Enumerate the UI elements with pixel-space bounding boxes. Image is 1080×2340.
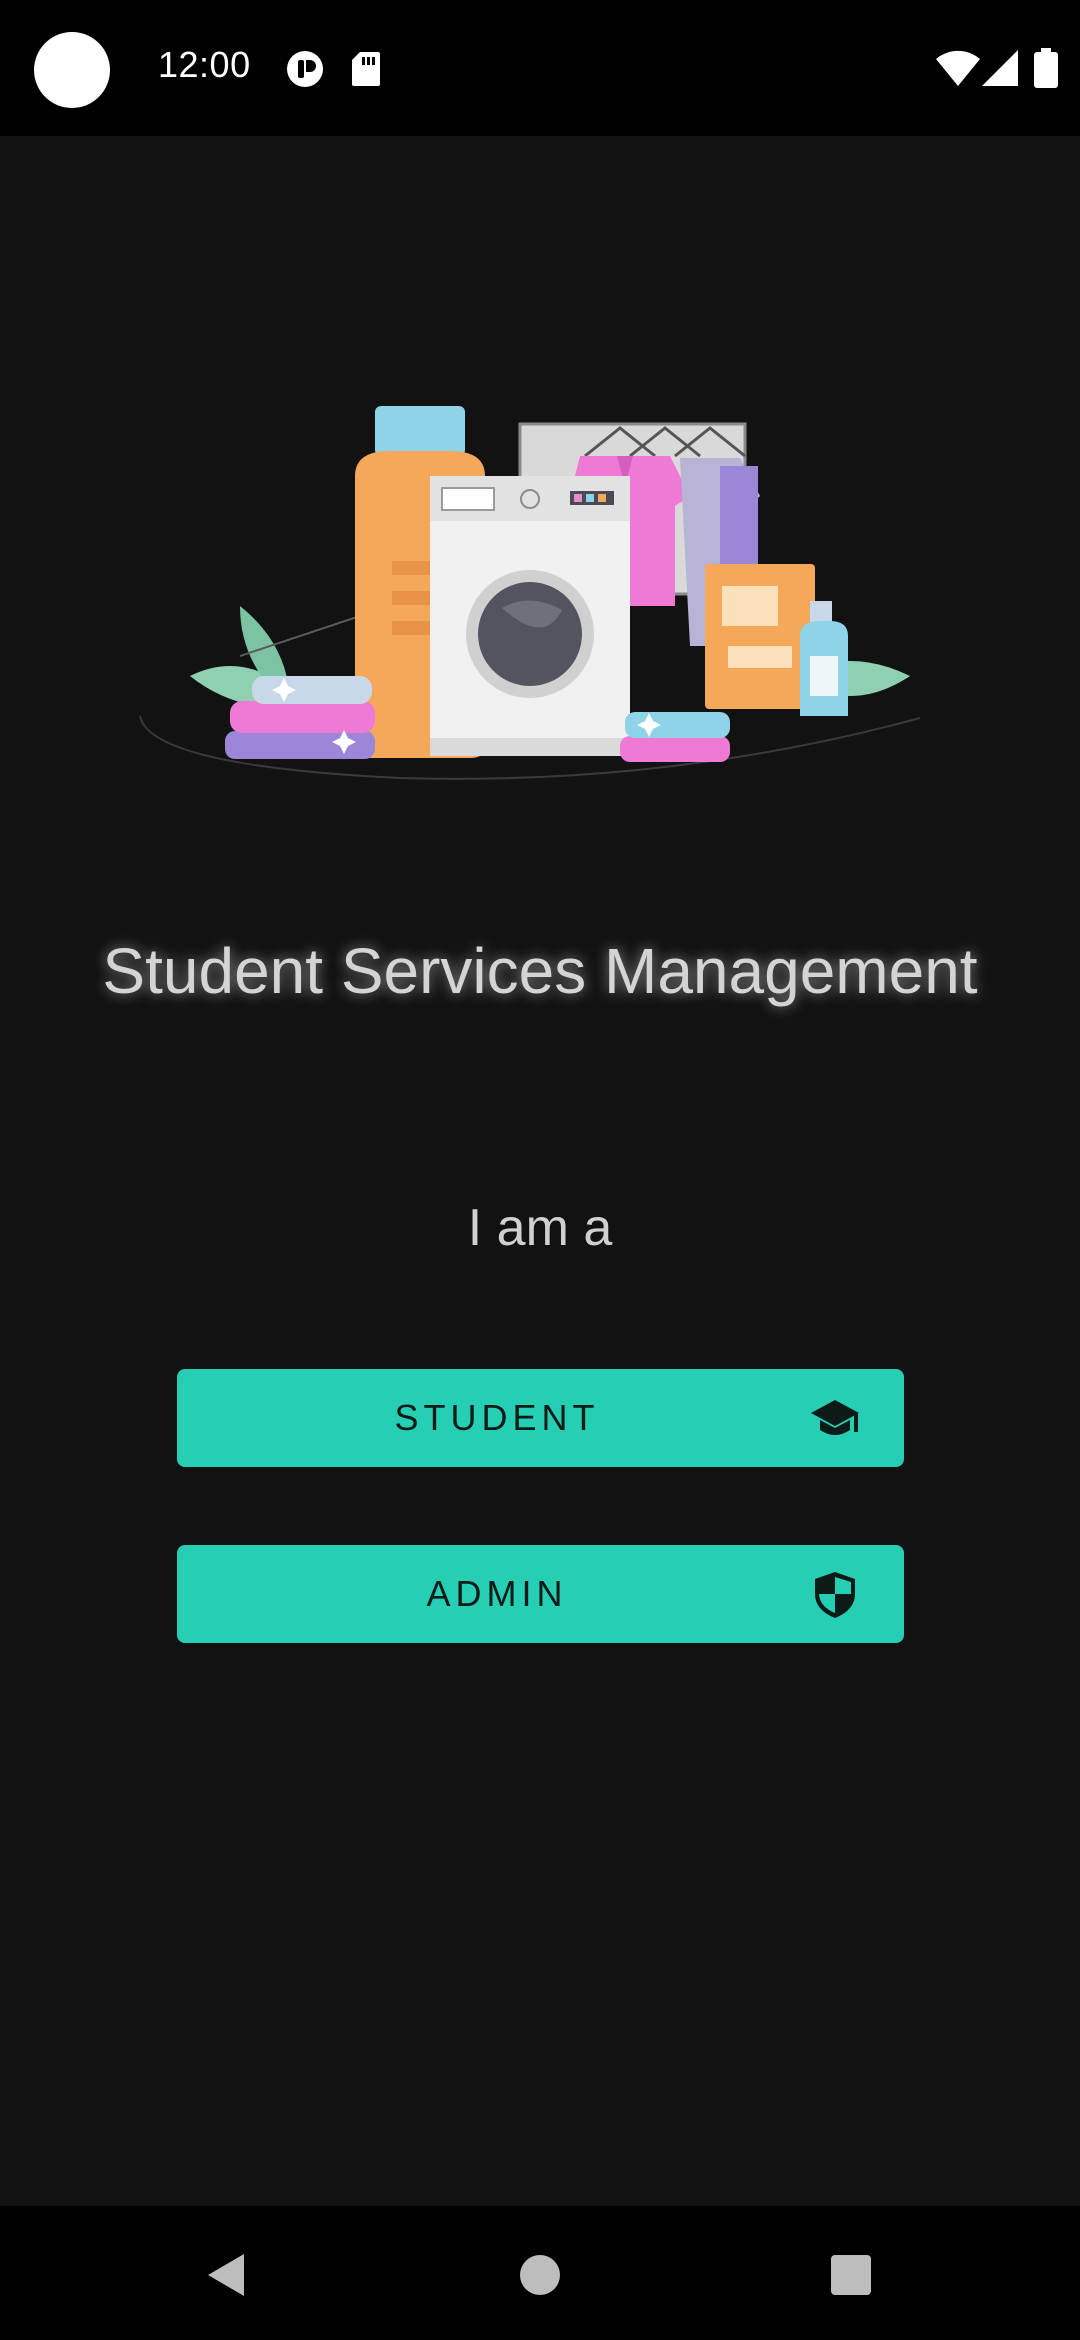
student-button-label: STUDENT — [394, 1397, 600, 1438]
navigation-bar — [0, 2206, 1080, 2340]
recents-icon[interactable] — [826, 2250, 876, 2300]
device-screen: 12:00 Student Services Management I am a… — [0, 0, 1080, 2340]
signal-icon — [982, 50, 1018, 86]
admin-button[interactable]: ADMIN — [177, 1545, 904, 1643]
app-content: Student Services Management I am a STUDE… — [0, 136, 1080, 2206]
shield-icon — [815, 1572, 855, 1618]
status-time: 12:00 — [158, 44, 251, 85]
status-bar: 12:00 — [0, 0, 1080, 136]
battery-icon — [1034, 48, 1058, 88]
circle-badge-icon — [287, 51, 323, 87]
graduation-cap-icon — [811, 1400, 859, 1435]
home-icon[interactable] — [515, 2250, 565, 2300]
admin-button-label: ADMIN — [426, 1573, 568, 1614]
back-icon[interactable] — [202, 2250, 252, 2300]
role-prompt: I am a — [467, 1199, 613, 1257]
student-button[interactable]: STUDENT — [177, 1369, 904, 1467]
wifi-icon — [936, 50, 980, 86]
page-title: Student Services Management — [102, 935, 978, 1007]
laundry-illustration — [139, 406, 921, 780]
camera-cutout — [34, 32, 110, 108]
sd-card-icon — [352, 52, 380, 86]
